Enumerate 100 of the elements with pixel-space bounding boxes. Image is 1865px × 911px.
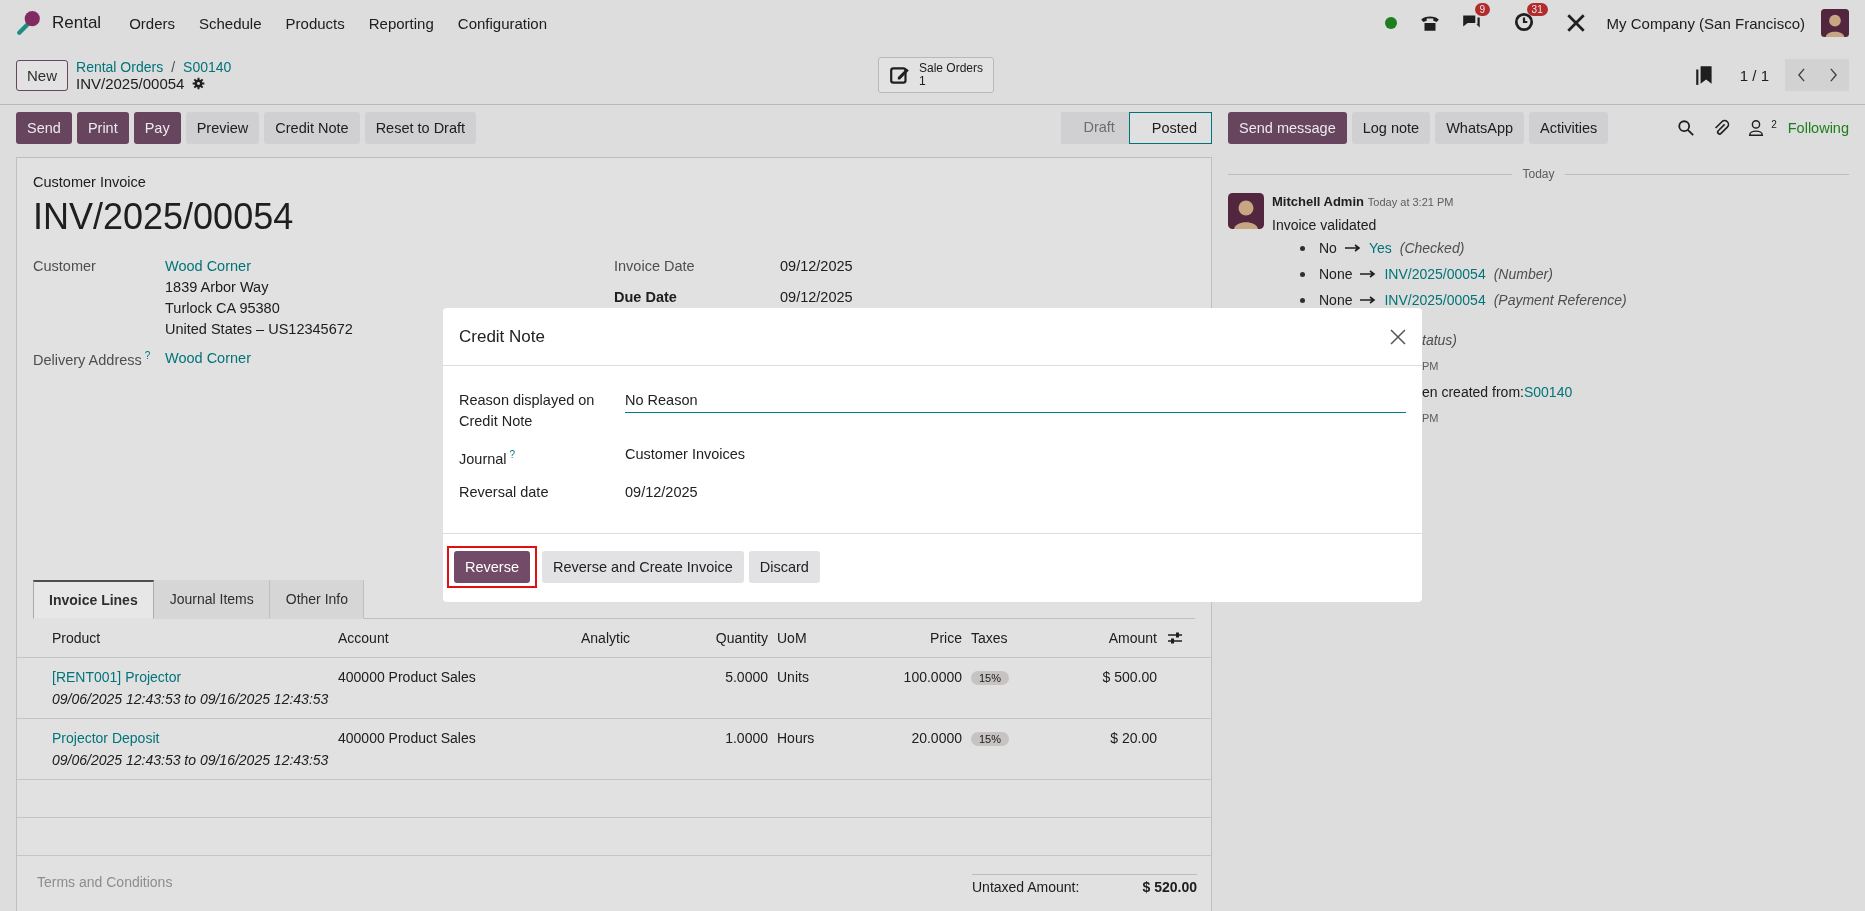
column-header[interactable]: Analytic xyxy=(581,629,678,646)
field-label: Reason displayed on Credit Note xyxy=(459,392,595,429)
date-value[interactable]: 09/12/2025 xyxy=(780,289,853,306)
following-button[interactable]: Following xyxy=(1787,120,1849,136)
new-button[interactable]: New xyxy=(16,59,68,91)
table-cell-text: $ 20.00 xyxy=(1109,729,1157,748)
field-label: Reversal date xyxy=(459,483,549,500)
notebook-tab[interactable]: Journal Items xyxy=(153,579,270,619)
table-cell-text: Hours xyxy=(776,729,816,748)
breadcrumb-link[interactable]: Rental Orders xyxy=(76,58,164,75)
table-cell-text: 5.0000 xyxy=(724,668,768,687)
dialog-button[interactable]: Reverse xyxy=(454,550,530,583)
message-count-badge: 9 xyxy=(1474,2,1491,16)
paperclip-icon[interactable] xyxy=(1712,119,1731,137)
new-value: Yes xyxy=(1368,240,1392,256)
new-value: INV/2025/00054 xyxy=(1384,266,1486,282)
old-value: No xyxy=(1319,240,1337,256)
person-icon[interactable] xyxy=(1747,119,1766,137)
action-button[interactable]: Send xyxy=(16,112,72,144)
menu-item[interactable]: Orders xyxy=(119,14,185,32)
company-switcher[interactable]: My Company (San Francisco) xyxy=(1606,14,1805,32)
table-cell-text: 100.0000 xyxy=(902,668,962,687)
search-icon[interactable] xyxy=(1677,119,1696,137)
app-name[interactable]: Rental xyxy=(52,13,102,33)
changed-field: (Payment Reference) xyxy=(1493,292,1627,308)
pager-value[interactable]: 1 / 1 xyxy=(1739,66,1769,84)
chevron-right-icon xyxy=(1828,68,1838,82)
column-header[interactable]: Account xyxy=(338,629,581,646)
action-button[interactable]: Pay xyxy=(133,112,181,144)
table-cell-text: 1.0000 xyxy=(724,729,768,748)
column-header[interactable]: UoM xyxy=(768,629,872,646)
message-author: Mitchell Admin xyxy=(1272,194,1364,209)
notebook-tab[interactable]: Other Info xyxy=(269,579,364,619)
sale-orders-smart-button[interactable]: Sale Orders 1 xyxy=(878,57,995,93)
menu-item[interactable]: Configuration xyxy=(447,14,558,32)
action-button[interactable]: Preview xyxy=(185,112,260,144)
gear-icon[interactable] xyxy=(192,76,206,90)
breadcrumb-link[interactable]: S00140 xyxy=(183,58,232,75)
next-button[interactable] xyxy=(1817,59,1849,91)
status-step[interactable]: Posted xyxy=(1128,112,1212,144)
table-cell-text: Units xyxy=(776,668,810,687)
column-header[interactable]: Product xyxy=(52,629,338,646)
invoice-number: INV/2025/00054 xyxy=(33,196,295,238)
message-time: Today at 3:21 PM xyxy=(1367,196,1454,208)
menu-item[interactable]: Products xyxy=(275,14,355,32)
field-value[interactable]: 09/12/2025 xyxy=(625,481,698,503)
chatter-button[interactable]: Send message xyxy=(1228,112,1347,144)
author-avatar xyxy=(1228,193,1264,229)
old-value: None xyxy=(1319,292,1353,308)
message-time: PM xyxy=(1422,360,1439,372)
arrow-icon xyxy=(1360,270,1377,278)
user-avatar[interactable] xyxy=(1821,9,1849,37)
changed-field: tatus) xyxy=(1422,332,1457,348)
activity-count-badge: 31 xyxy=(1526,2,1548,16)
key-icon xyxy=(16,10,42,36)
table-cell-text: 400000 Product Sales xyxy=(338,729,477,748)
close-icon[interactable] xyxy=(1390,328,1406,345)
date-value[interactable]: 09/12/2025 xyxy=(780,258,853,275)
field-label: Invoice Date xyxy=(614,258,696,275)
dialog-button[interactable]: Reverse and Create Invoice xyxy=(542,550,744,583)
breadcrumb-separator: / xyxy=(171,58,176,75)
address-line: Turlock CA 95380 xyxy=(165,300,281,317)
total-label: Untaxed Amount: xyxy=(972,878,1080,895)
delivery-address-link[interactable]: Wood Corner xyxy=(165,350,251,367)
notebook-tab[interactable]: Invoice Lines xyxy=(33,579,154,619)
action-button[interactable]: Print xyxy=(76,112,129,144)
table-cell-text: $ 500.00 xyxy=(1101,668,1157,687)
action-button[interactable]: Reset to Draft xyxy=(364,112,477,144)
product-link[interactable]: [RENT001] Projector xyxy=(52,668,338,685)
followers-count: 2 xyxy=(1771,119,1777,130)
old-value: None xyxy=(1319,266,1353,282)
chatter-button[interactable]: WhatsApp xyxy=(1435,112,1525,144)
table-cell-text: 20.0000 xyxy=(910,729,962,748)
arrow-icon xyxy=(1360,296,1377,304)
chatter-button[interactable]: Activities xyxy=(1529,112,1609,144)
column-header[interactable]: Taxes xyxy=(962,629,1062,646)
column-header[interactable]: Amount xyxy=(1062,629,1157,646)
menu-item[interactable]: Reporting xyxy=(358,14,444,32)
address-line: 1839 Arbor Way xyxy=(165,279,270,296)
message-text: en created from: xyxy=(1422,384,1524,400)
column-header[interactable]: Price xyxy=(872,629,962,646)
field-label: Delivery Address xyxy=(33,351,142,368)
message-text: Invoice validated xyxy=(1272,217,1378,233)
order-link[interactable]: S00140 xyxy=(1523,384,1573,400)
reason-input[interactable]: No Reason xyxy=(625,390,1406,413)
table-cell-text: 400000 Product Sales xyxy=(338,668,477,687)
document-type: Customer Invoice xyxy=(33,174,147,190)
customer-link[interactable]: Wood Corner xyxy=(165,258,353,275)
field-value[interactable]: Customer Invoices xyxy=(625,444,746,465)
bullet-icon xyxy=(1300,271,1305,277)
field-label: Journal xyxy=(459,450,507,467)
product-link[interactable]: Projector Deposit xyxy=(52,729,338,746)
column-header[interactable]: Quantity xyxy=(678,629,768,646)
dialog-button[interactable]: Discard xyxy=(748,550,820,583)
menu-item[interactable]: Schedule xyxy=(189,14,272,32)
previous-button[interactable] xyxy=(1785,59,1817,91)
action-button[interactable]: Credit Note xyxy=(264,112,360,144)
help-tooltip[interactable]: ? xyxy=(509,449,516,460)
chatter-button[interactable]: Log note xyxy=(1351,112,1431,144)
help-tooltip[interactable]: ? xyxy=(144,350,151,361)
